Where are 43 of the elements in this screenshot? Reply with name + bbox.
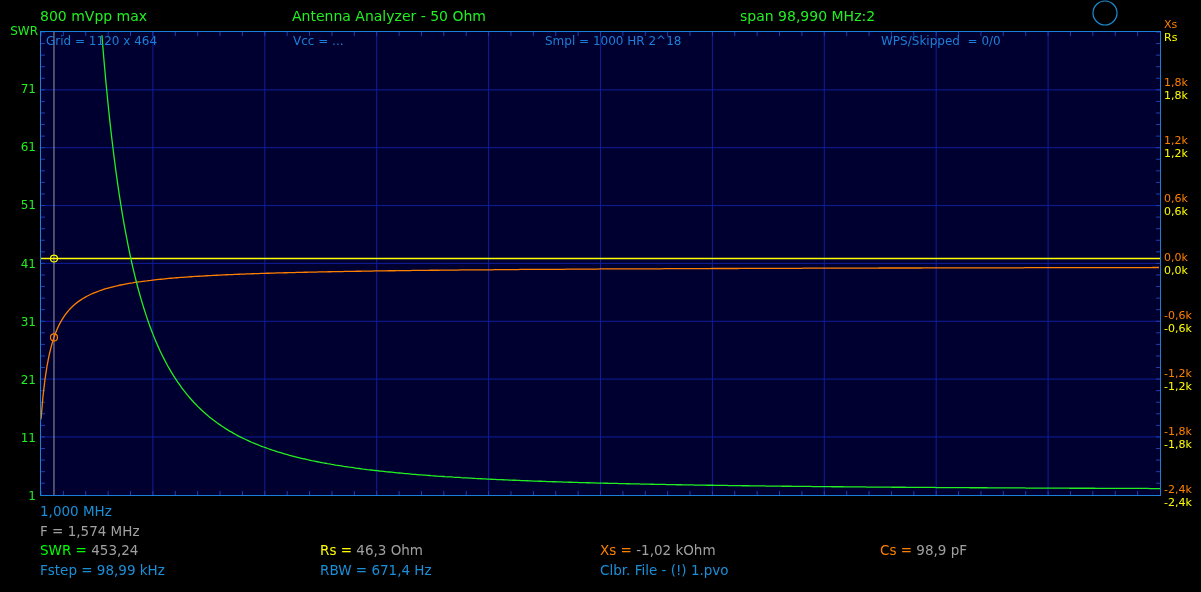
cursor-marker [49,254,59,263]
axis-tick-label: 0,6k [1164,205,1189,219]
axis-tick-label: 0,6k [1164,192,1189,206]
axis-tick-label: 0,0k [1164,263,1189,277]
axis-tick-label: -0,6k [1164,321,1193,335]
axis-tick-label: -0,6k [1164,308,1193,322]
axis-title: Xs [1164,18,1179,31]
axis-tick-label: -1,8k [1164,437,1193,451]
status-text: Vcc = ... [293,34,344,48]
status-text: RBW = 671,4 Hz [320,560,432,580]
reading-text: Cs = 98,9 pF [880,541,968,560]
status-text: Clbr. File - (!) 1.pvo [600,560,729,580]
axis-tick-label: 31 [19,313,37,330]
reading-text: SWR = 453,24 [40,541,139,560]
axis-title: SWR [9,23,39,39]
axis-tick-label: -1,8k [1164,424,1193,438]
axis-tick-label: 61 [19,139,37,156]
axis-tick-label: 71 [19,81,37,98]
axis-tick-label: 51 [19,197,37,214]
reading-text: Rs = 46,3 Ohm [320,541,423,560]
axis-tick-label: 21 [19,371,37,388]
status-text: Fstep = 98,99 kHz [40,560,165,580]
axis-tick-label: 1,2k [1164,147,1189,161]
status-text: WPS/Skipped = 0/0 [881,34,1001,48]
reading-text: Xs = -1,02 kOhm [600,541,716,560]
axis-tick-label: 41 [19,255,37,272]
amplitude-label: 800 mVpp max [40,7,149,24]
frequency-label: 1,000 MHz [40,502,112,521]
axis-tick-label: -2,4k [1164,483,1193,496]
axis-tick-label: 0,0k [1164,250,1189,264]
axis-tick-label: 1,8k [1164,76,1189,90]
cursor-marker [49,333,59,342]
axis-tick-label: 11 [19,429,37,446]
axis-tick-label: -1,2k [1164,379,1193,393]
cursor-frequency: F = 1,574 MHz [40,521,140,541]
axis-tick-label: 1 [27,488,37,504]
window-title: Antenna Analyzer - 50 Ohm [292,7,487,24]
axis-title: Rs [1164,31,1179,44]
span-label: span 98,990 MHz:2 [740,7,877,24]
axis-tick-label: 1,2k [1164,134,1189,148]
axis-tick-label: -2,4k [1164,496,1193,509]
axis-tick-label: -1,2k [1164,366,1193,380]
axis-tick-label: 1,8k [1164,89,1189,103]
